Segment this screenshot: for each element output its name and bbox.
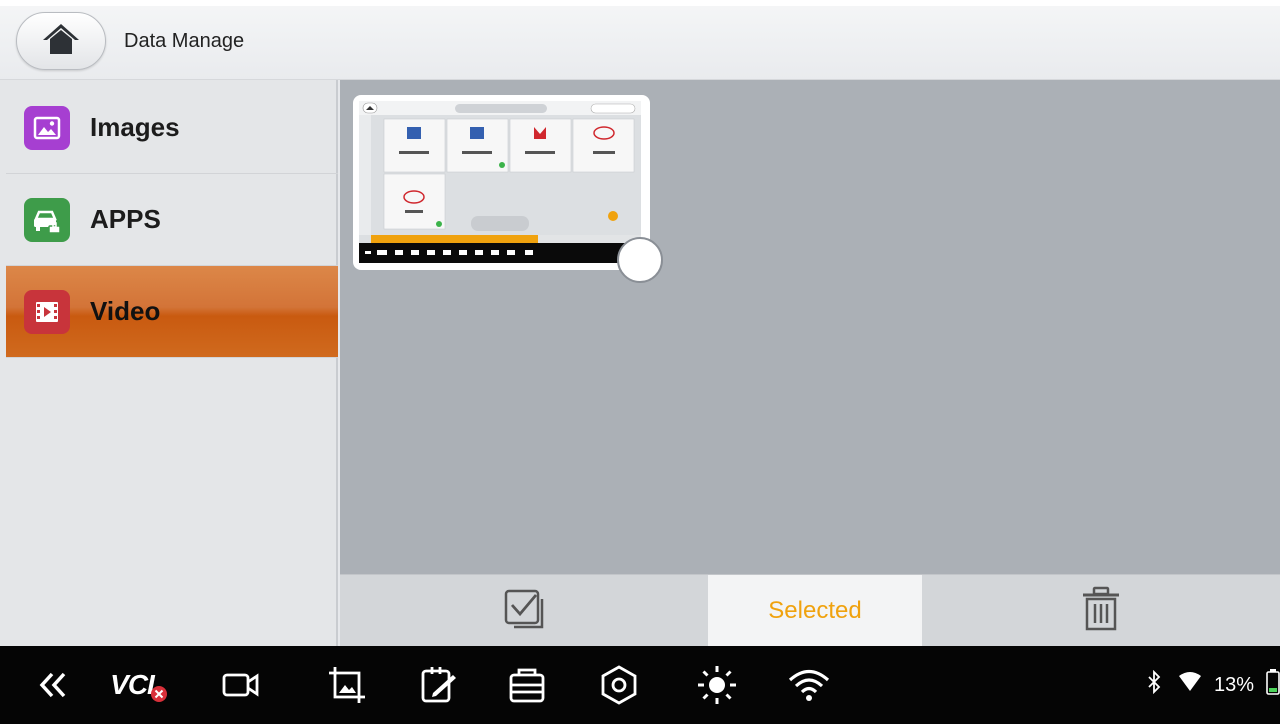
back-double-chevron-icon[interactable] bbox=[30, 663, 76, 707]
selected-label: Selected bbox=[768, 597, 862, 624]
sidebar-item-label: Video bbox=[90, 296, 161, 326]
sidebar-item-apps[interactable]: APPS bbox=[6, 174, 338, 266]
toolbox-icon[interactable] bbox=[504, 663, 550, 707]
edit-icon[interactable] bbox=[416, 663, 462, 707]
delete-button[interactable] bbox=[922, 575, 1280, 647]
battery-percent: 13% bbox=[1213, 673, 1254, 696]
sidebar: Images APPS Video bbox=[0, 80, 338, 646]
settings-icon[interactable] bbox=[596, 663, 642, 707]
top-bar: Data Manage bbox=[0, 0, 1280, 80]
sidebar-item-images[interactable]: Images bbox=[6, 82, 338, 174]
trash-icon bbox=[1079, 585, 1123, 638]
vci-label: VCI bbox=[110, 669, 155, 700]
media-thumbnail[interactable] bbox=[353, 95, 663, 283]
car-app-icon bbox=[24, 197, 70, 242]
system-status-area: 13% bbox=[1146, 669, 1280, 701]
media-grid bbox=[340, 80, 1280, 574]
wifi-icon[interactable] bbox=[786, 663, 832, 707]
video-camera-icon[interactable] bbox=[218, 663, 264, 707]
screenshot-icon[interactable] bbox=[324, 663, 370, 707]
brightness-icon[interactable] bbox=[694, 663, 740, 707]
bluetooth-icon bbox=[1146, 669, 1162, 700]
action-bar: Selected bbox=[340, 574, 1280, 647]
home-icon bbox=[40, 21, 82, 62]
wifi-signal-icon bbox=[1178, 672, 1202, 698]
image-icon bbox=[24, 105, 70, 150]
sidebar-item-video[interactable]: Video bbox=[6, 266, 338, 358]
page-title: Data Manage bbox=[124, 30, 245, 52]
selected-button[interactable]: Selected bbox=[708, 575, 922, 647]
checkbox-icon bbox=[500, 585, 548, 638]
thumbnail-screenshot-image bbox=[359, 101, 641, 263]
vci-icon[interactable]: VCI bbox=[104, 663, 174, 707]
sidebar-item-label: Images bbox=[90, 112, 180, 142]
home-button[interactable] bbox=[16, 12, 106, 70]
bottom-nav-bar: VCI 13% bbox=[0, 646, 1280, 724]
sidebar-item-label: APPS bbox=[90, 204, 161, 234]
disconnected-badge-icon bbox=[150, 686, 167, 702]
battery-icon bbox=[1266, 669, 1280, 701]
selection-circle[interactable] bbox=[617, 237, 663, 283]
video-icon bbox=[24, 289, 70, 334]
thumbnail-preview bbox=[359, 101, 641, 263]
select-all-button[interactable] bbox=[340, 575, 708, 647]
status-strip bbox=[0, 0, 1280, 6]
